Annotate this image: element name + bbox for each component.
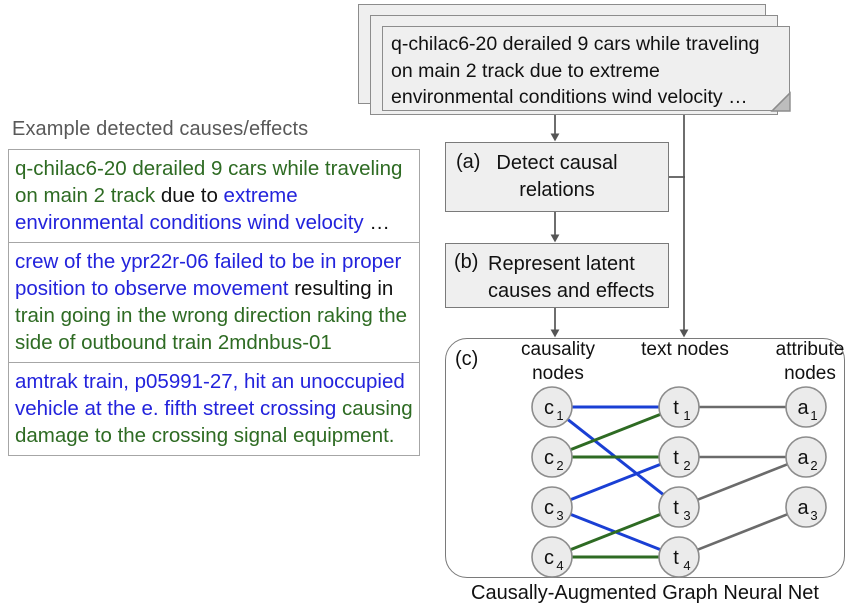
gnn-node-label-t3: t: [673, 497, 679, 519]
gnn-node-subscript-a1: 1: [810, 408, 817, 423]
gnn-node-label-c1: c: [544, 397, 554, 419]
gnn-node-subscript-t1: 1: [683, 408, 690, 423]
gnn-node-label-a1: a: [797, 397, 809, 419]
gnn-node-label-a2: a: [797, 447, 809, 469]
gnn-node-subscript-c1: 1: [556, 408, 563, 423]
gnn-node-subscript-c2: 2: [556, 458, 563, 473]
page-fold-icon: [770, 91, 791, 112]
gnn-node-label-c4: c: [544, 547, 554, 569]
gnn-node-t4: [658, 536, 700, 578]
gnn-node-subscript-t3: 3: [683, 508, 690, 523]
gnn-node-subscript-a3: 3: [810, 508, 817, 523]
gnn-edge-attribute-t3-a2: [695, 462, 790, 502]
gnn-node-label-c3: c: [544, 497, 554, 519]
gnn-panel-caption: Causally-Augmented Graph Neural Net: [471, 582, 819, 604]
gnn-node-subscript-a2: 2: [810, 458, 817, 473]
gnn-node-t1: [658, 386, 700, 428]
gnn-node-label-t1: t: [673, 397, 679, 419]
gnn-node-t3: [658, 486, 700, 528]
gnn-node-label-c2: c: [544, 447, 554, 469]
gnn-edge-attribute-t4-a3: [695, 512, 790, 552]
gnn-node-subscript-t2: 2: [683, 458, 690, 473]
gnn-node-label-t2: t: [673, 447, 679, 469]
gnn-node-subscript-t4: 4: [683, 558, 690, 573]
gnn-node-t2: [658, 436, 700, 478]
gnn-node-label-a3: a: [797, 497, 809, 519]
gnn-node-label-t4: t: [673, 547, 679, 569]
diagram-canvas: Example detected causes/effects q-chilac…: [0, 0, 856, 611]
gnn-node-subscript-c3: 3: [556, 508, 563, 523]
gnn-node-subscript-c4: 4: [556, 558, 563, 573]
